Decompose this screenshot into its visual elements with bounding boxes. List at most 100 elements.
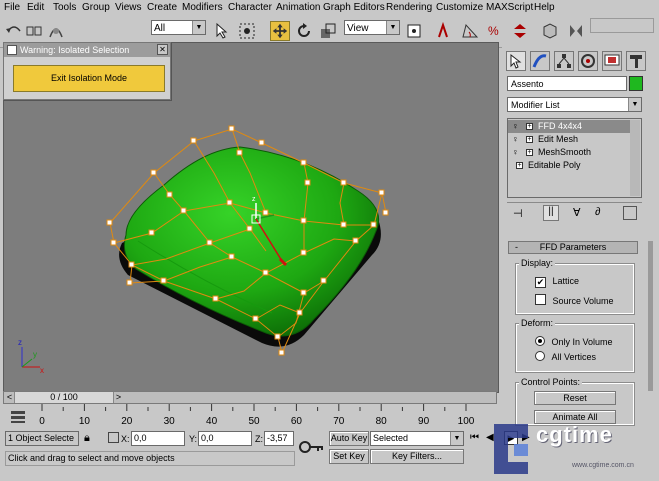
all-vertices-radio[interactable]	[535, 351, 545, 361]
lattice-checkbox-row[interactable]: ✔ Lattice	[535, 276, 579, 288]
source-volume-checkbox-row[interactable]: Source Volume	[535, 294, 614, 306]
pin-stack-icon[interactable]: ⊣	[513, 207, 523, 220]
menu-tools[interactable]: Tools	[53, 2, 76, 13]
all-vertices-radio-row[interactable]: All Vertices	[535, 351, 596, 362]
menu-views[interactable]: Views	[115, 2, 142, 13]
select-region-icon[interactable]	[237, 21, 257, 41]
cushion-object[interactable]	[123, 146, 380, 337]
snap-icon[interactable]	[435, 21, 455, 41]
undo-icon[interactable]	[4, 21, 24, 41]
reset-button[interactable]: Reset	[534, 391, 616, 405]
close-icon[interactable]: ✕	[157, 44, 168, 55]
key-filters-button[interactable]: Key Filters...	[370, 449, 464, 464]
lightbulb-icon[interactable]: ♀	[512, 120, 519, 133]
modify-tab[interactable]	[530, 51, 550, 71]
expand-plus-icon[interactable]: +	[516, 162, 523, 169]
menu-group[interactable]: Group	[82, 2, 110, 13]
next-frame-control-icon[interactable]: ▶	[522, 432, 530, 443]
object-name-field[interactable]: Assento	[507, 76, 627, 91]
next-frame-icon[interactable]: >	[114, 392, 123, 403]
menu-animation[interactable]: Animation	[276, 2, 320, 13]
dialog-titlebar[interactable]: Warning: Isolated Selection ✕	[4, 43, 170, 57]
auto-key-button[interactable]: Auto Key	[329, 431, 369, 446]
menu-edit[interactable]: Edit	[27, 2, 44, 13]
z-coordinate-field[interactable]: -3,57	[264, 431, 294, 446]
trackbar-ruler[interactable]: 0 10 20 30 40 50 60 70 80 90 100	[38, 404, 503, 428]
key-mode-dropdown[interactable]: Selected ▼	[370, 431, 464, 446]
panel-scrollbar[interactable]	[648, 241, 653, 391]
select-and-move-icon[interactable]	[270, 21, 290, 41]
named-selection-set-field[interactable]	[590, 18, 654, 33]
mirror-icon[interactable]	[566, 21, 586, 41]
go-to-start-icon[interactable]: ⏮	[470, 432, 479, 443]
select-and-scale-icon[interactable]	[318, 21, 338, 41]
hierarchy-tab[interactable]	[554, 51, 574, 71]
stack-item-editable-poly[interactable]: + Editable Poly	[508, 159, 639, 172]
menu-modifiers[interactable]: Modifiers	[182, 2, 223, 13]
create-tab[interactable]	[506, 51, 526, 71]
only-in-volume-radio-row[interactable]: Only In Volume	[535, 336, 613, 347]
source-volume-checkbox[interactable]	[535, 294, 546, 305]
x-label: X:	[121, 434, 130, 444]
time-slider[interactable]: < 0 / 100 >	[3, 391, 497, 404]
show-end-result-icon[interactable]: ||	[543, 205, 559, 221]
y-coordinate-field[interactable]: 0,0	[198, 431, 252, 446]
menu-rendering[interactable]: Rendering	[386, 2, 432, 13]
exit-isolation-mode-button[interactable]: Exit Isolation Mode	[13, 65, 165, 92]
lightbulb-icon[interactable]: ♀	[512, 146, 519, 159]
motion-tab[interactable]	[578, 51, 598, 71]
radio-selected-dot	[538, 339, 542, 343]
configure-modifier-sets-icon[interactable]	[623, 206, 637, 220]
bind-space-warp-icon[interactable]	[46, 21, 66, 41]
play-icon[interactable]: ▶	[504, 431, 518, 445]
open-mini-curve-editor-icon[interactable]	[9, 408, 27, 426]
menu-file[interactable]: File	[4, 2, 20, 13]
set-key-button[interactable]: Set Key	[329, 449, 369, 464]
stack-item-edit-mesh[interactable]: ♀ + Edit Mesh	[508, 133, 639, 146]
menu-maxscript[interactable]: MAXScript	[486, 2, 533, 13]
pivot-center-icon[interactable]	[404, 21, 424, 41]
percent-snap-icon[interactable]: %	[485, 21, 505, 41]
prev-frame-icon[interactable]: <	[5, 392, 14, 403]
lightbulb-icon[interactable]: ♀	[512, 133, 519, 146]
menu-character[interactable]: Character	[228, 2, 272, 13]
stack-item-meshsmooth[interactable]: ♀ + MeshSmooth	[508, 146, 639, 159]
only-in-volume-label: Only In Volume	[551, 337, 613, 347]
link-icon[interactable]	[24, 21, 44, 41]
make-unique-icon[interactable]: ∀	[573, 206, 581, 219]
angle-snap-icon[interactable]	[460, 21, 480, 41]
menu-graph-editors[interactable]: Graph Editors	[323, 2, 385, 13]
display-tab[interactable]	[602, 51, 622, 71]
reference-coordinate-dropdown[interactable]: View ▼	[344, 20, 400, 35]
spinner-snap-icon[interactable]	[510, 21, 530, 41]
y-value: 0,0	[201, 433, 214, 443]
stack-scrollbar[interactable]	[630, 120, 640, 196]
expand-plus-icon[interactable]: +	[526, 123, 533, 130]
animate-all-button[interactable]: Animate All	[534, 410, 616, 424]
expand-plus-icon[interactable]: +	[526, 149, 533, 156]
menu-create[interactable]: Create	[147, 2, 177, 13]
lattice-checkbox[interactable]: ✔	[535, 277, 546, 288]
set-key-icon[interactable]	[296, 435, 326, 465]
utilities-tab[interactable]	[626, 51, 646, 71]
stack-item-ffd[interactable]: ♀ + FFD 4x4x4	[508, 120, 639, 133]
x-coordinate-field[interactable]: 0,0	[131, 431, 185, 446]
remove-modifier-icon[interactable]: ∂	[595, 206, 600, 218]
time-slider-thumb[interactable]: 0 / 100	[14, 392, 114, 403]
menu-customize[interactable]: Customize	[436, 2, 483, 13]
ruler-tick-label: 60	[291, 416, 303, 427]
select-and-rotate-icon[interactable]	[294, 21, 314, 41]
menu-help[interactable]: Help	[534, 2, 555, 13]
ruler-tick-label: 30	[164, 416, 176, 427]
absolute-mode-icon[interactable]	[108, 432, 119, 443]
modifier-list-dropdown[interactable]: Modifier List ▼	[507, 97, 642, 112]
select-object-icon[interactable]	[212, 21, 232, 41]
expand-plus-icon[interactable]: +	[526, 136, 533, 143]
selection-filter-dropdown[interactable]: All ▼	[151, 20, 206, 35]
named-selection-icon[interactable]	[540, 21, 560, 41]
object-color-swatch[interactable]	[629, 76, 643, 91]
ffd-parameters-rollout-header[interactable]: - FFD Parameters	[508, 241, 638, 254]
only-in-volume-radio[interactable]	[535, 336, 545, 346]
lock-selection-icon[interactable]: 🔒︎	[84, 432, 90, 445]
previous-frame-icon[interactable]: ◀	[486, 432, 494, 443]
